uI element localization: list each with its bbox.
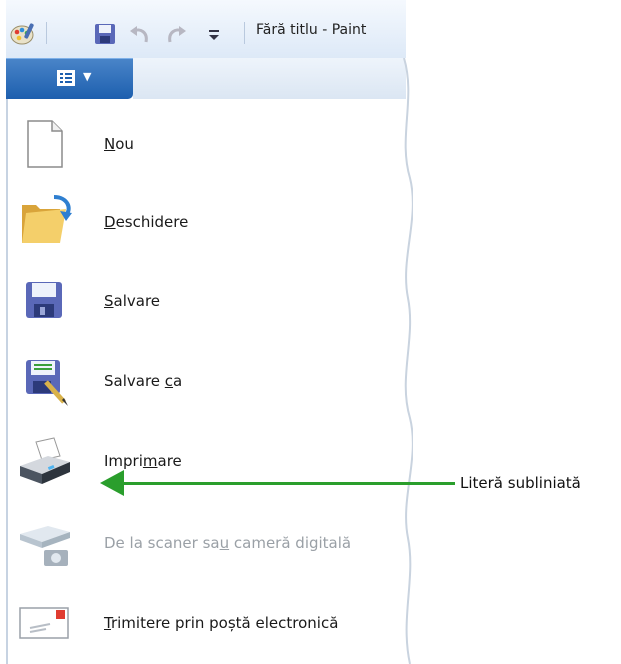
customize-dropdown-icon[interactable] [206,22,222,50]
menu-list-icon [57,70,75,90]
access-key-letter: c [164,372,174,390]
toolbar-separator [46,22,47,44]
menu-item-save-as[interactable]: Salvare ca [14,350,404,410]
app-menu-button[interactable]: ▼ [6,58,133,99]
menu-item-save[interactable]: Salvare [14,270,404,330]
menu-item-send-email[interactable]: Trimitere prin poștă electronică [14,592,404,652]
menu-item-label: De la scaner sau cameră digitală [104,534,352,552]
redo-icon[interactable] [164,22,190,50]
menu-item-label: Deschidere [104,213,189,231]
undo-icon[interactable] [126,22,152,50]
access-key-letter: u [219,534,230,552]
floppy-disk-icon [14,270,74,330]
access-key-letter: m [142,452,158,470]
ribbon-strip [133,58,406,100]
save-as-icon [14,350,74,410]
menu-item-label: Salvare ca [104,372,183,390]
access-key-letter: S [104,292,114,310]
menu-item-label: Trimitere prin poștă electronică [104,614,339,632]
menu-item-open[interactable]: Deschidere [14,191,404,251]
annotation-arrow-head [100,470,124,496]
menu-item-label: Imprimare [104,452,182,470]
menu-item-new[interactable]: Nou [14,113,404,173]
title-bar: Fără titlu - Paint [6,0,406,59]
email-envelope-icon [14,592,74,652]
open-folder-icon [14,191,74,251]
menu-item-label: Salvare [104,292,161,310]
paint-app-icon[interactable] [10,22,36,50]
save-icon[interactable] [93,22,117,50]
scanner-camera-icon [14,512,74,572]
blank-document-icon [14,113,74,173]
paint-window: Fără titlu - Paint ▼ Nou Deschidere Salv… [6,0,413,664]
window-title: Fără titlu - Paint [256,22,367,38]
menu-item-from-scanner-or-camera[interactable]: De la scaner sau cameră digitală [14,512,404,572]
access-key-letter: N [104,135,116,153]
printer-icon [14,432,74,492]
menu-item-label: Nou [104,135,134,153]
chevron-down-icon: ▼ [83,70,92,83]
access-key-letter: D [104,213,116,231]
annotation-arrow-line [107,482,455,485]
annotation-label: Literă subliniată [460,474,581,492]
toolbar-separator [244,22,245,44]
access-key-letter: T [104,614,111,632]
